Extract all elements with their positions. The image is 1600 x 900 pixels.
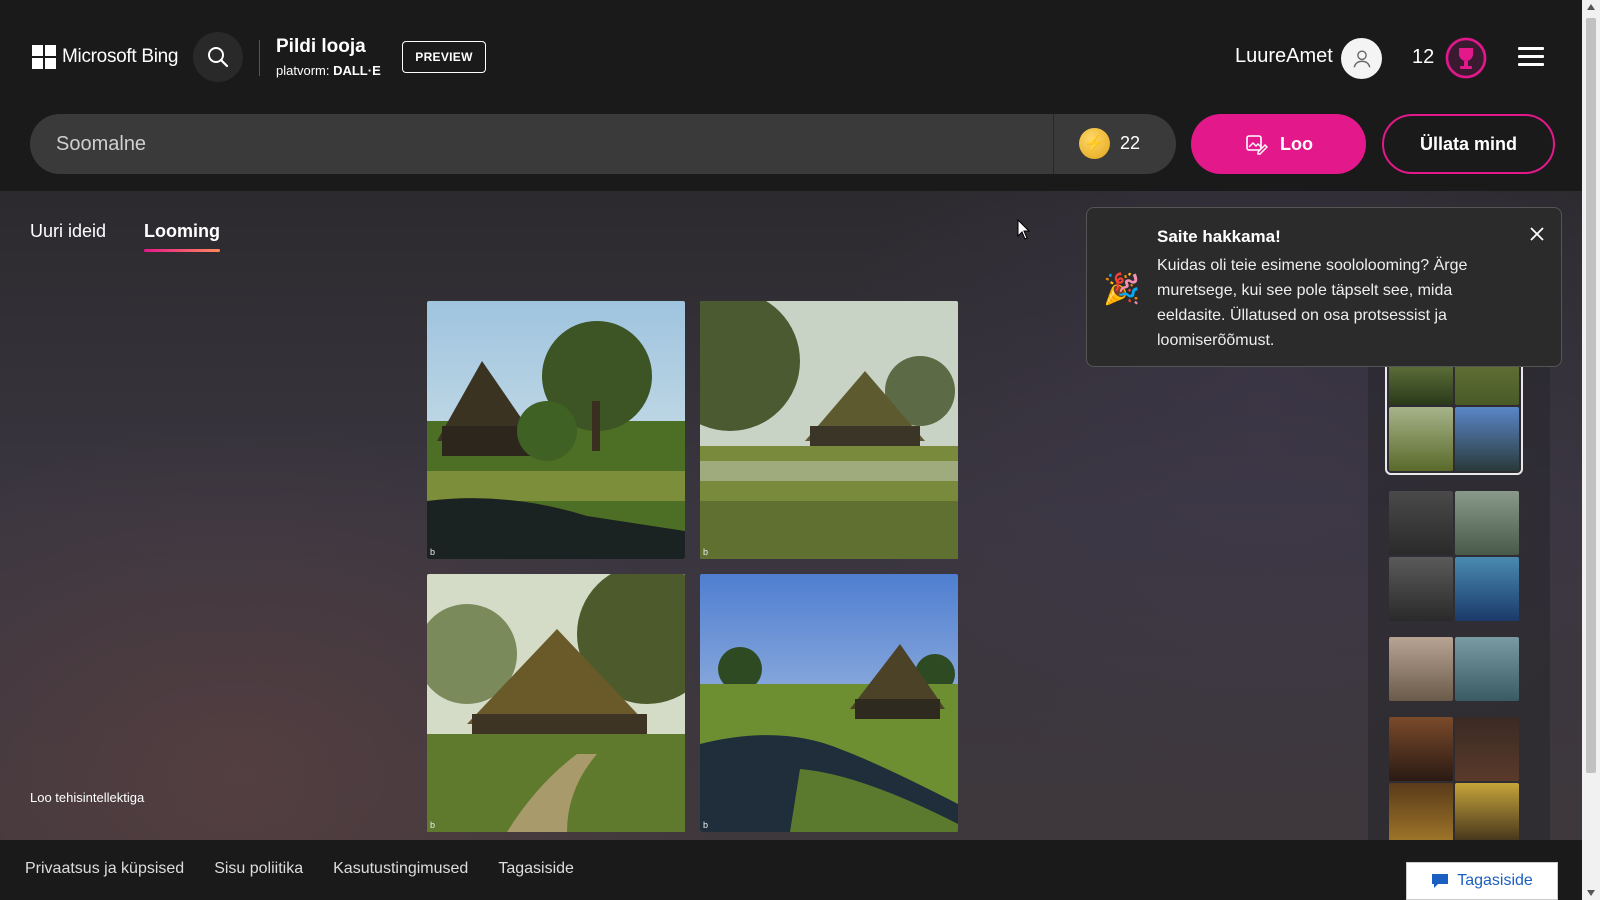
tab-explore-ideas[interactable]: Uuri ideid [30,221,106,252]
toast-title: Saite hakkama! [1157,227,1281,246]
generated-image-3[interactable]: b [427,574,685,832]
header-divider [259,40,260,76]
history-thumbnail [1455,717,1519,781]
avatar[interactable] [1341,38,1382,79]
success-toast: 🎉 Saite hakkama! Kuidas oli teie esimene… [1086,207,1562,367]
history-thumbnail [1389,717,1453,781]
history-thumbnail [1455,637,1519,701]
preview-badge: PREVIEW [402,41,486,73]
tab-creations[interactable]: Looming [144,221,220,252]
platform-prefix: platvorm: [276,63,330,78]
history-thumbnail [1455,783,1519,847]
feedback-button[interactable]: Tagasiside [1406,862,1558,900]
microsoft-bing-logo[interactable]: Microsoft Bing [32,45,178,69]
surprise-me-button[interactable]: Üllata mind [1382,114,1555,174]
rewards-count[interactable]: 12 [1412,46,1434,69]
history-thumbnail [1389,783,1453,847]
history-item-2[interactable] [1389,491,1519,621]
brand-name: Microsoft Bing [62,46,179,67]
history-thumbnail [1389,491,1453,555]
village-stream-image [700,574,958,832]
lightning-bolt-icon: ⚡ [1079,128,1110,159]
windows-logo-icon [32,45,56,69]
history-item-3[interactable] [1389,637,1519,701]
generated-image-2[interactable]: b [700,301,958,559]
tabs: Uuri ideid Looming [30,221,220,252]
footer-link-terms[interactable]: Kasutustingimused [333,860,468,878]
prompt-input[interactable] [56,114,1016,174]
prompt-divider [1053,114,1054,174]
image-create-icon [1246,135,1268,155]
history-thumbnail [1455,491,1519,555]
close-icon[interactable] [1527,224,1547,244]
top-header: Microsoft Bing Pildi looja platvorm: DAL… [0,0,1582,191]
hamburger-menu-icon[interactable] [1518,47,1544,67]
history-thumbnail [1389,557,1453,621]
scroll-up-arrow-icon[interactable] [1587,4,1595,10]
generated-image-grid: b b b b [427,301,958,832]
search-icon [208,47,229,68]
search-button[interactable] [193,32,243,82]
footer-link-privacy[interactable]: Privaatsus ja küpsised [25,860,184,878]
toast-message: Kuidas oli teie esimene soololooming? Är… [1157,257,1468,349]
creation-history-panel [1368,337,1550,847]
chat-bubble-icon [1432,874,1449,888]
prompt-bar: ⚡ 22 [30,114,1176,174]
generated-image-1[interactable]: b [427,301,685,559]
scrollbar-thumb[interactable] [1586,18,1596,773]
app-title: Pildi looja [276,36,366,57]
history-thumbnail [1389,637,1453,701]
history-thumbnail [1455,557,1519,621]
user-icon [1353,50,1370,67]
scroll-down-arrow-icon[interactable] [1587,890,1595,896]
feedback-button-label: Tagasiside [1457,872,1533,889]
username[interactable]: LuureAmet [1235,45,1333,68]
history-thumbnail [1389,407,1453,471]
create-label: Loo [1280,133,1313,154]
generated-image-4[interactable]: b [700,574,958,832]
image-watermark: b [703,547,709,557]
mouse-cursor-icon [1017,218,1031,246]
create-button[interactable]: Loo [1191,114,1366,174]
footer-links: Privaatsus ja küpsised Sisu poliitika Ka… [25,860,574,878]
platform-name: DALL·E [333,63,381,78]
image-watermark: b [430,820,436,830]
create-with-ai-note: Loo tehisintellektiga [30,790,145,805]
thatched-barn-path-image [427,574,685,832]
footer-link-feedback[interactable]: Tagasiside [498,860,574,878]
image-watermark: b [430,547,436,557]
boosts-indicator[interactable]: ⚡ 22 [1079,128,1140,159]
footer-link-content-policy[interactable]: Sisu poliitika [214,860,303,878]
hut-by-river-image [427,301,685,559]
party-popper-icon: 🎉 [1103,273,1141,306]
rewards-button[interactable] [1445,37,1487,79]
page-footer: Privaatsus ja küpsised Sisu poliitika Ka… [0,840,1582,900]
boosts-count: 22 [1120,133,1141,153]
image-watermark: b [703,820,709,830]
mossy-hut-meadow-image [700,301,958,559]
platform-label: platvorm: DALL·E [276,63,381,78]
page-scrollbar[interactable] [1582,0,1600,900]
history-thumbnail [1455,407,1519,471]
trophy-icon [1445,37,1487,79]
history-item-4[interactable] [1389,717,1519,847]
